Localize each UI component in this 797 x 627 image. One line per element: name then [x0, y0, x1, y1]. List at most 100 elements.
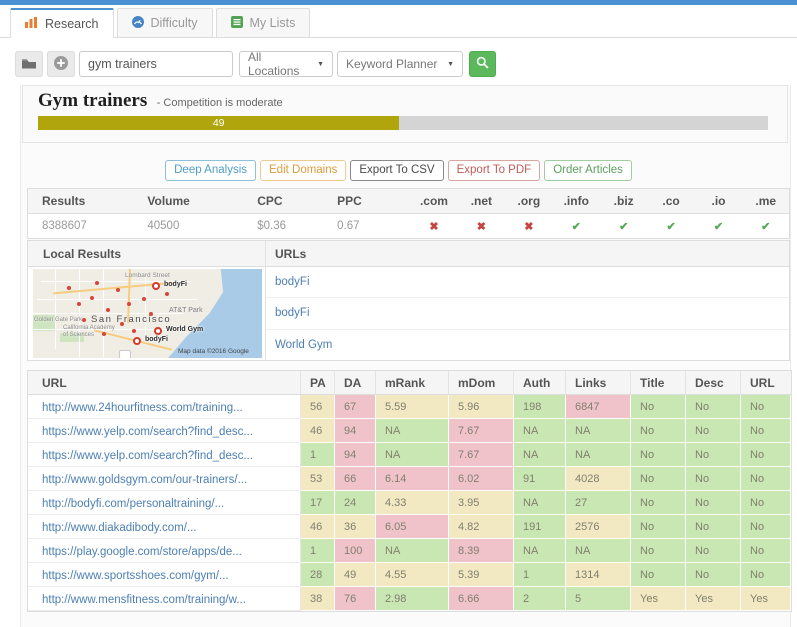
- map-marker-bodyfi: [152, 282, 160, 290]
- serp-header-pa: PA: [301, 371, 335, 395]
- cross-icon: ✖: [477, 221, 486, 233]
- action-export-to-pdf-button[interactable]: Export To PDF: [448, 160, 541, 181]
- map-dot: [106, 308, 110, 312]
- serp-cell-auth: NA: [514, 419, 566, 443]
- map-road: [55, 269, 56, 349]
- serp-results-table: URLPADAmRankmDomAuthLinksTitleDescURL ht…: [27, 370, 792, 612]
- map-dot: [90, 296, 94, 300]
- serp-cell-title: No: [631, 395, 686, 419]
- urls-header: URLs: [266, 241, 789, 267]
- tab-difficulty[interactable]: Difficulty: [117, 8, 213, 38]
- serp-cell-auth: 91: [514, 467, 566, 491]
- serp-header-da: DA: [335, 371, 376, 395]
- serp-cell-da: 100: [335, 539, 376, 563]
- keyword-stats-table: ResultsVolumeCPCPPC.com.net.org.info.biz…: [27, 188, 790, 239]
- serp-cell-mrank: NA: [376, 539, 449, 563]
- serp-cell-pa: 46: [301, 419, 335, 443]
- serp-row: https://www.yelp.com/search?find_desc...…: [28, 419, 791, 443]
- action-order-articles-button[interactable]: Order Articles: [544, 160, 632, 181]
- map-label-at-t-park: AT&T Park: [169, 307, 203, 314]
- check-icon: ✔: [714, 221, 723, 233]
- serp-cell-title: No: [631, 467, 686, 491]
- serp-cell-links: NA: [566, 419, 631, 443]
- serp-url-link[interactable]: http://www.goldsgym.com/our-trainers/...: [42, 474, 247, 486]
- serp-header-mrank: mRank: [376, 371, 449, 395]
- stats-value-volume: 40500: [133, 214, 243, 239]
- serp-url-cell: http://www.24hourfitness.com/training...: [28, 395, 301, 419]
- serp-url-link[interactable]: http://www.diakadibody.com/...: [42, 522, 196, 534]
- serp-url-link[interactable]: http://www.24hourfitness.com/training...: [42, 402, 243, 414]
- location-select-value: All Locations: [248, 50, 311, 78]
- serp-cell-pa: 46: [301, 515, 335, 539]
- tld-header--net: .net: [458, 189, 505, 214]
- action-export-to-csv-button[interactable]: Export To CSV: [350, 160, 443, 181]
- tld-status--org: ✖: [505, 214, 553, 239]
- serp-cell-pa: 17: [301, 491, 335, 515]
- map-road: [37, 299, 197, 300]
- folder-button[interactable]: [15, 51, 43, 77]
- tld-header--com: .com: [410, 189, 458, 214]
- tab-research[interactable]: Research: [10, 8, 114, 38]
- serp-cell-da: 66: [335, 467, 376, 491]
- stats-header-volume: Volume: [133, 189, 243, 214]
- serp-row: https://play.google.com/store/apps/de...…: [28, 539, 791, 563]
- add-keyword-button[interactable]: [47, 51, 75, 77]
- serp-cell-auth: NA: [514, 443, 566, 467]
- url-list-item: bodyFi: [266, 298, 789, 329]
- serp-cell-mdom: 6.66: [449, 587, 514, 611]
- map-dot: [165, 292, 169, 296]
- serp-cell-links: 1314: [566, 563, 631, 587]
- search-toolbar: All Locations ▼ Keyword Planner ▼: [15, 51, 496, 77]
- source-select[interactable]: Keyword Planner ▼: [337, 51, 463, 77]
- tld-header--io: .io: [695, 189, 743, 214]
- serp-cell-pa: 38: [301, 587, 335, 611]
- stats-value-results: 8388607: [28, 214, 134, 239]
- search-button[interactable]: [469, 51, 496, 77]
- action-edit-domains-button[interactable]: Edit Domains: [260, 160, 346, 181]
- url-list-item: World Gym: [266, 330, 789, 360]
- serp-url-link[interactable]: http://www.mensfitness.com/training/w...: [42, 594, 246, 606]
- map-dot: [127, 302, 131, 306]
- serp-url-cell: https://www.sportsshoes.com/gym/...: [28, 563, 301, 587]
- serp-cell-desc: No: [686, 443, 741, 467]
- tld-status--biz: ✔: [600, 214, 648, 239]
- serp-cell-da: 94: [335, 443, 376, 467]
- check-icon: ✔: [619, 221, 628, 233]
- serp-cell-url: No: [741, 395, 791, 419]
- serp-url-link[interactable]: https://play.google.com/store/apps/de...: [42, 546, 242, 558]
- local-url-link[interactable]: World Gym: [275, 339, 332, 351]
- serp-cell-desc: No: [686, 539, 741, 563]
- serp-cell-mdom: 8.39: [449, 539, 514, 563]
- map-marker-label: bodyFi: [164, 281, 187, 288]
- serp-cell-auth: NA: [514, 539, 566, 563]
- keyword-input[interactable]: [79, 51, 233, 77]
- serp-url-cell: https://www.yelp.com/search?find_desc...: [28, 443, 301, 467]
- serp-url-cell: https://play.google.com/store/apps/de...: [28, 539, 301, 563]
- map-dot: [95, 281, 99, 285]
- tld-status--com: ✖: [410, 214, 458, 239]
- tab-bar: Research Difficulty My Lists: [10, 8, 313, 38]
- tld-status--me: ✔: [742, 214, 789, 239]
- serp-url-link[interactable]: http://bodyfi.com/personaltraining/...: [42, 498, 224, 510]
- serp-url-link[interactable]: https://www.yelp.com/search?find_desc...: [42, 450, 253, 462]
- serp-cell-mrank: 6.14: [376, 467, 449, 491]
- stats-header-cpc: CPC: [243, 189, 323, 214]
- tab-my-lists[interactable]: My Lists: [216, 8, 311, 38]
- map-dot: [116, 288, 120, 292]
- map-label-california-academy-of-sc: California Academy of Sciences: [63, 325, 115, 338]
- serp-cell-links: NA: [566, 443, 631, 467]
- location-select[interactable]: All Locations ▼: [239, 51, 333, 77]
- serp-url-link[interactable]: https://www.sportsshoes.com/gym/...: [42, 570, 229, 582]
- serp-cell-pa: 56: [301, 395, 335, 419]
- serp-url-cell: http://bodyfi.com/personaltraining/...: [28, 491, 301, 515]
- local-url-link[interactable]: bodyFi: [275, 276, 310, 288]
- serp-cell-da: 76: [335, 587, 376, 611]
- action-deep-analysis-button[interactable]: Deep Analysis: [165, 160, 256, 181]
- map-road: [79, 269, 80, 357]
- serp-url-link[interactable]: https://www.yelp.com/search?find_desc...: [42, 426, 253, 438]
- serp-cell-mrank: 2.98: [376, 587, 449, 611]
- serp-cell-desc: No: [686, 467, 741, 491]
- local-url-link[interactable]: bodyFi: [275, 307, 310, 319]
- cross-icon: ✖: [429, 221, 438, 233]
- serp-cell-pa: 1: [301, 443, 335, 467]
